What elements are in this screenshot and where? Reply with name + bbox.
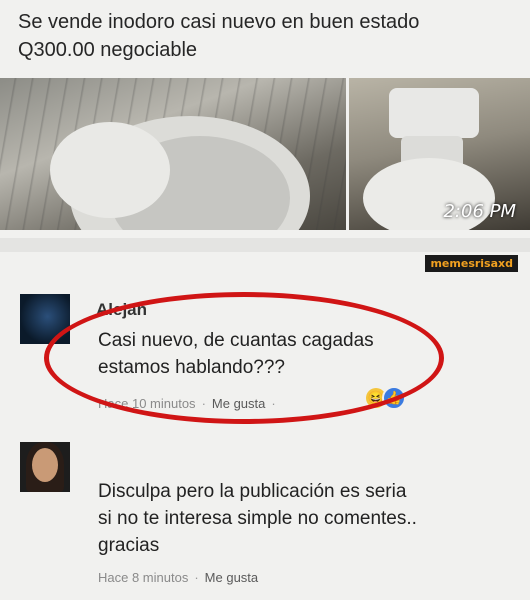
comment-text: Disculpa pero la publicación es seria si…: [98, 478, 417, 559]
avatar[interactable]: [20, 442, 70, 492]
toilet-seat-image: [50, 116, 310, 230]
toilet-photo-right[interactable]: 2:06 PM: [349, 78, 530, 230]
comment-line: Disculpa pero la publicación es seria: [98, 481, 407, 502]
comment-meta: Hace 8 minutos · Me gusta: [98, 570, 259, 585]
post-title: Se vende inodoro casi nuevo en buen esta…: [18, 11, 420, 33]
comment-time[interactable]: Hace 8 minutos: [98, 570, 188, 585]
toilet-photo-left[interactable]: [0, 78, 346, 230]
highlight-circle: [44, 292, 444, 424]
post-text: Se vende inodoro casi nuevo en buen esta…: [18, 8, 518, 64]
comment-line: gracias: [98, 535, 160, 556]
like-button[interactable]: Me gusta: [205, 570, 258, 585]
watermark: memesrisaxd: [425, 255, 518, 272]
post-price: Q300.00 negociable: [18, 39, 198, 61]
comment-line: si no te interesa simple no comentes..: [98, 508, 417, 529]
divider: [0, 238, 530, 252]
photo-timestamp: 2:06 PM: [443, 201, 516, 222]
